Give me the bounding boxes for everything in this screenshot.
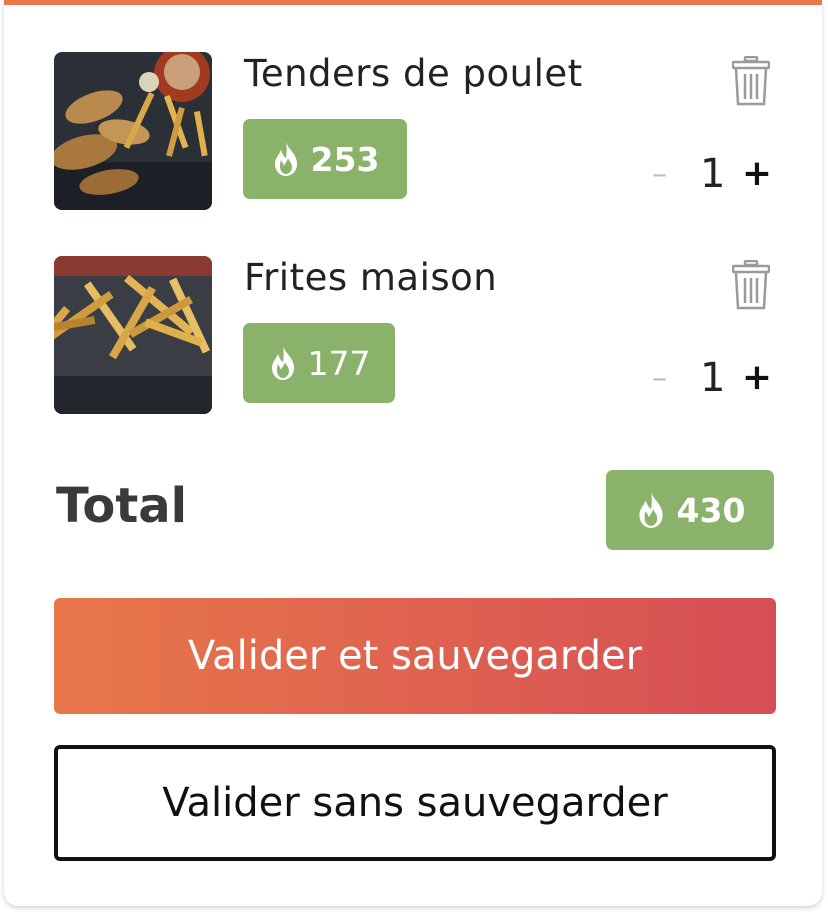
decrease-quantity-button[interactable]: – bbox=[652, 364, 667, 394]
total-label: Total bbox=[56, 478, 188, 534]
increase-quantity-button[interactable]: + bbox=[742, 156, 772, 192]
cart-summary-card: Tenders de poulet 253 – 1 + Frites maiso… bbox=[4, 0, 822, 906]
cart-item: Tenders de poulet 253 – 1 + bbox=[54, 52, 776, 212]
calorie-value: 253 bbox=[310, 139, 380, 179]
calorie-badge: 177 bbox=[243, 323, 395, 403]
calorie-badge: 253 bbox=[243, 119, 407, 199]
flame-icon bbox=[274, 142, 297, 176]
quantity-stepper: – 1 + bbox=[652, 152, 772, 196]
quantity-stepper: – 1 + bbox=[652, 356, 772, 400]
fries-image bbox=[54, 256, 212, 414]
quantity-value: 1 bbox=[700, 355, 726, 401]
delete-item-button[interactable] bbox=[731, 55, 771, 106]
total-calorie-value: 430 bbox=[676, 490, 746, 530]
flame-icon bbox=[271, 346, 294, 380]
validate-without-save-button[interactable]: Valider sans sauvegarder bbox=[54, 745, 776, 861]
delete-item-button[interactable] bbox=[731, 259, 771, 310]
trash-icon bbox=[731, 259, 771, 310]
trash-icon bbox=[731, 55, 771, 106]
chicken-tenders-image bbox=[54, 52, 212, 210]
item-name: Frites maison bbox=[244, 256, 498, 299]
flame-icon bbox=[638, 492, 663, 528]
quantity-value: 1 bbox=[700, 151, 726, 197]
cart-item: Frites maison 177 – 1 + bbox=[54, 256, 776, 416]
validate-and-save-button[interactable]: Valider et sauvegarder bbox=[54, 598, 776, 714]
item-name: Tenders de poulet bbox=[244, 52, 583, 95]
increase-quantity-button[interactable]: + bbox=[742, 360, 772, 396]
accent-top-bar bbox=[4, 0, 822, 5]
total-calorie-badge: 430 bbox=[606, 470, 774, 550]
decrease-quantity-button[interactable]: – bbox=[652, 160, 667, 190]
calorie-value: 177 bbox=[307, 343, 371, 383]
